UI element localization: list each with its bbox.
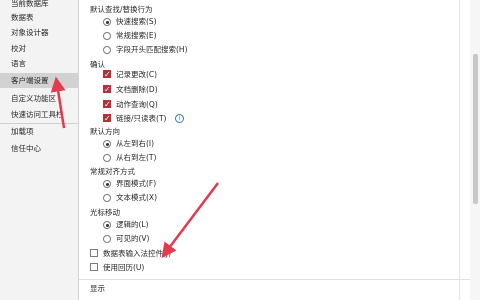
radio-indicator[interactable] [103, 140, 111, 148]
sidebar-item-object-designers[interactable]: 对象设计器 [0, 25, 78, 40]
radio-label: 文本模式(X) [116, 193, 157, 202]
section-title-general-alignment: 常规对齐方式 [90, 167, 135, 176]
radio-label: 快速搜索(S) [116, 17, 157, 26]
checkbox-label: 使用回历(U) [103, 263, 145, 272]
checkbox-indicator[interactable] [90, 249, 98, 257]
checkbox-label: 记录更改(C) [116, 70, 158, 79]
radio-indicator[interactable] [103, 32, 111, 40]
section-title-default-direction: 默认方向 [90, 127, 120, 136]
radio-indicator[interactable] [103, 221, 111, 229]
section-divider [79, 279, 470, 280]
section-title-cursor-movement: 光标移动 [90, 208, 120, 217]
sidebar-item-add-ins[interactable]: 加载项 [0, 123, 78, 138]
radio-label: 可见的(V) [116, 234, 150, 243]
checkbox-label: 动作查询(Q) [116, 100, 158, 109]
radio-indicator[interactable] [103, 180, 111, 188]
options-sidebar: 当前数据库 数据表 对象设计器 校对 语言 客户端设置 自定义功能区 快速访问工… [0, 0, 79, 300]
radio-label: 从左到右(I) [116, 139, 155, 148]
section-title-find-replace: 默认查找/替换行为 [90, 5, 153, 14]
section-title-confirm: 确认 [90, 60, 105, 69]
sidebar-item-trust-center[interactable]: 信任中心 [0, 141, 78, 156]
section-title-display: 显示 [90, 284, 105, 293]
panel-divider [459, 0, 460, 300]
sidebar-item-datasheet[interactable]: 数据表 [0, 10, 78, 25]
radio-indicator[interactable] [103, 235, 111, 243]
checkbox-indicator[interactable] [103, 112, 111, 125]
vertical-scrollbar[interactable] [470, 0, 480, 300]
radio-indicator[interactable] [103, 18, 111, 26]
checkbox-label: 文档删除(D) [116, 85, 158, 94]
sidebar-item-language[interactable]: 语言 [0, 56, 78, 71]
sidebar-item-customize-ribbon[interactable]: 自定义功能区 [0, 91, 78, 106]
sidebar-item-proofing[interactable]: 校对 [0, 41, 78, 56]
info-icon[interactable]: i [175, 114, 184, 123]
radio-indicator[interactable] [103, 154, 111, 162]
radio-label: 逻辑的(L) [116, 220, 149, 229]
sidebar-item-client-settings[interactable]: 客户端设置 [0, 73, 78, 88]
radio-label: 从右到左(T) [116, 153, 157, 162]
checkbox-indicator[interactable] [103, 68, 111, 81]
checkbox-indicator[interactable] [90, 263, 98, 271]
arrow-to-ime-control [161, 182, 219, 258]
checkbox-label: 数据表输入法控件(J) [103, 249, 172, 258]
radio-indicator[interactable] [103, 194, 111, 202]
radio-label: 常规搜索(E) [116, 31, 157, 40]
scrollbar-thumb[interactable] [473, 54, 478, 204]
checkbox-indicator[interactable] [103, 98, 111, 111]
radio-indicator[interactable] [103, 46, 111, 54]
radio-label: 界面模式(F) [116, 179, 157, 188]
checkbox-label: 链接/只读表(T) [116, 114, 167, 123]
checkbox-indicator[interactable] [103, 83, 111, 96]
radio-label: 字段开头匹配搜索(H) [116, 45, 188, 54]
sidebar-item-quick-access-toolbar[interactable]: 快速访问工具栏 [0, 107, 78, 122]
